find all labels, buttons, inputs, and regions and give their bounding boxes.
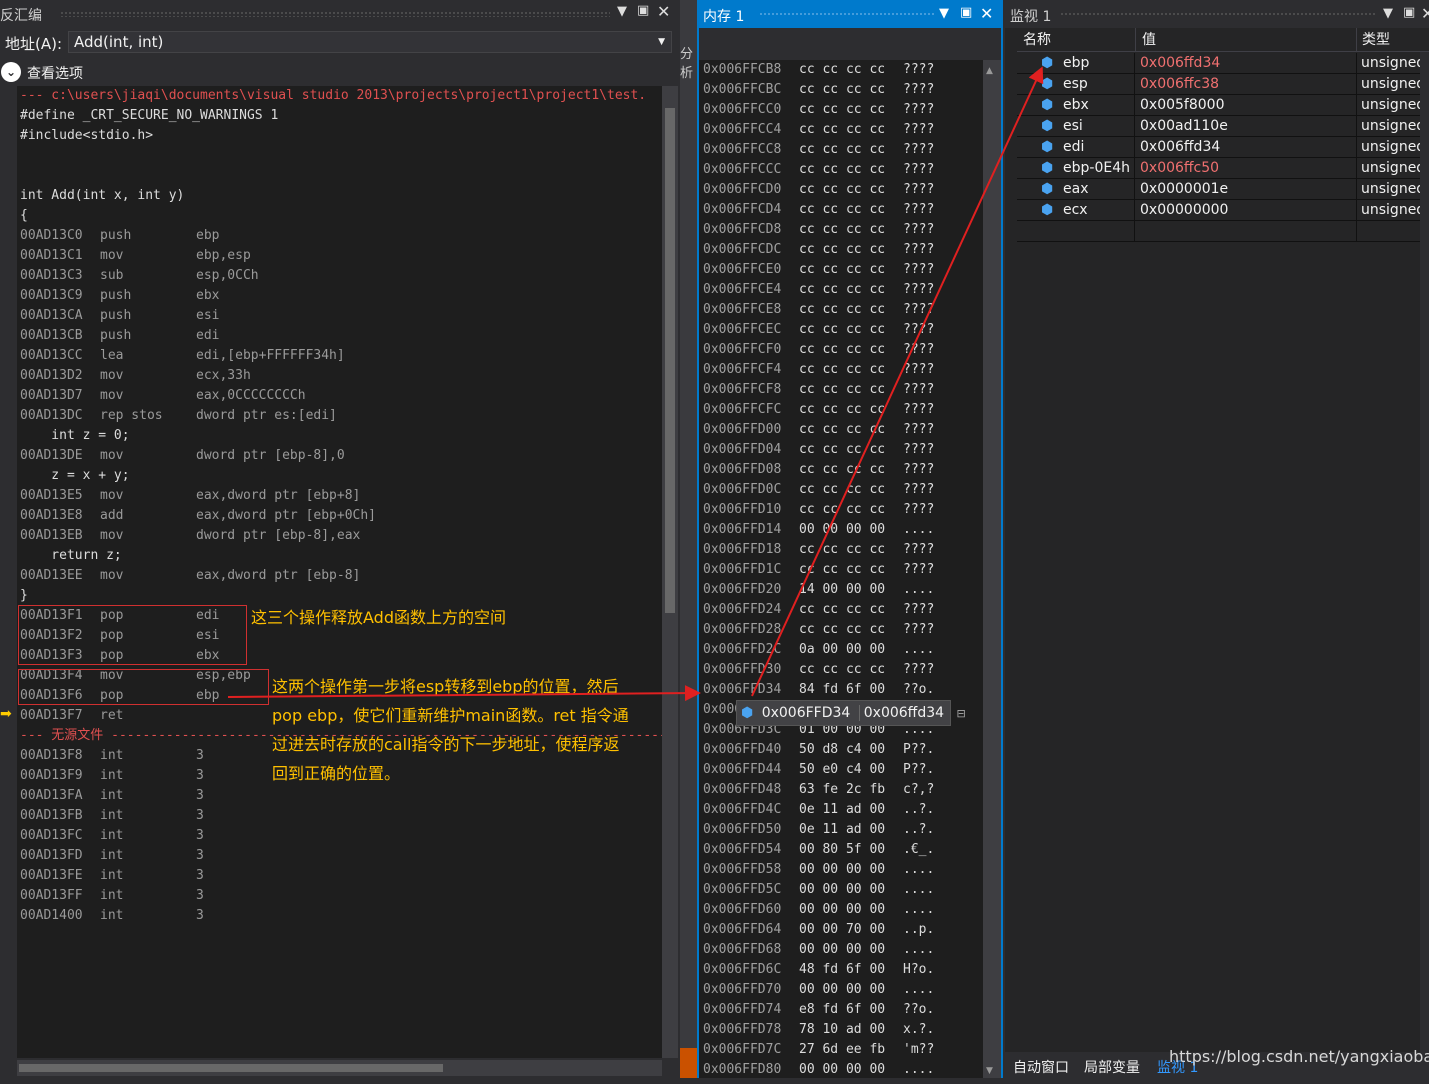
arrow-to-memory	[227, 685, 701, 702]
arrow-to-ebp	[751, 66, 1044, 697]
annotation-arrows	[227, 66, 1044, 702]
